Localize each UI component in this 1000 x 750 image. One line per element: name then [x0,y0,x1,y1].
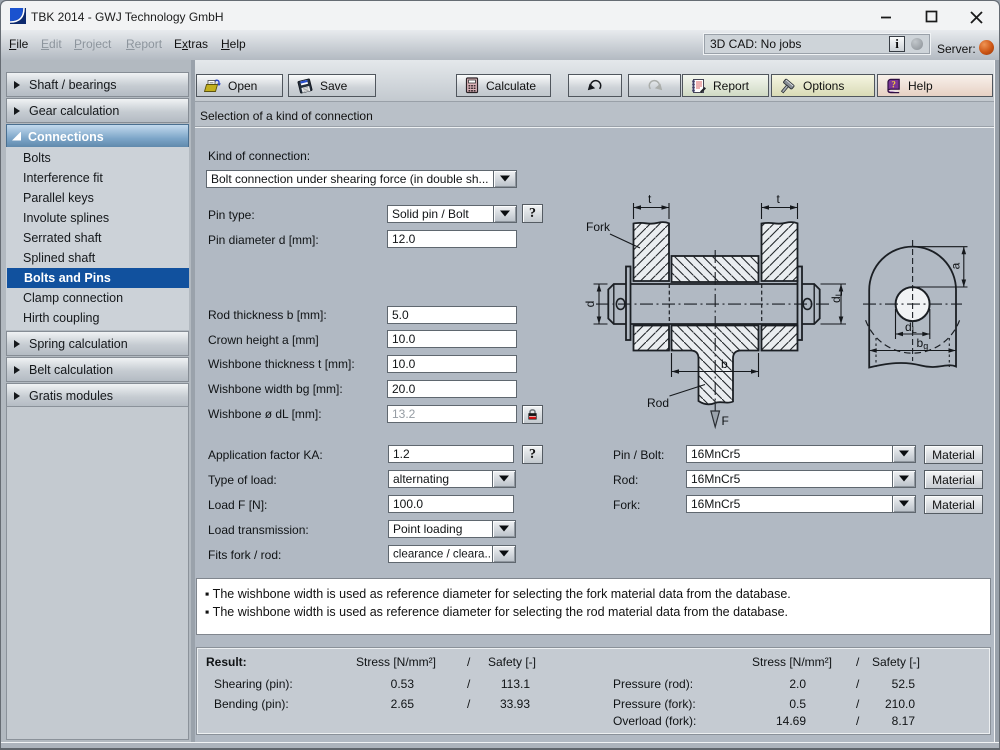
svg-text:t: t [648,192,652,206]
svg-text:t: t [777,192,781,206]
svg-text:F: F [722,414,729,428]
svg-text:Fork: Fork [586,220,611,234]
svg-text:d: d [583,301,597,308]
svg-text:b: b [721,357,728,371]
svg-text:bg: bg [917,336,929,351]
svg-text:dL: dL [829,291,844,303]
svg-text:?: ? [891,79,896,89]
svg-text:Rod: Rod [647,396,669,410]
svg-text:a: a [949,262,963,269]
svg-text:dL: dL [905,320,917,335]
